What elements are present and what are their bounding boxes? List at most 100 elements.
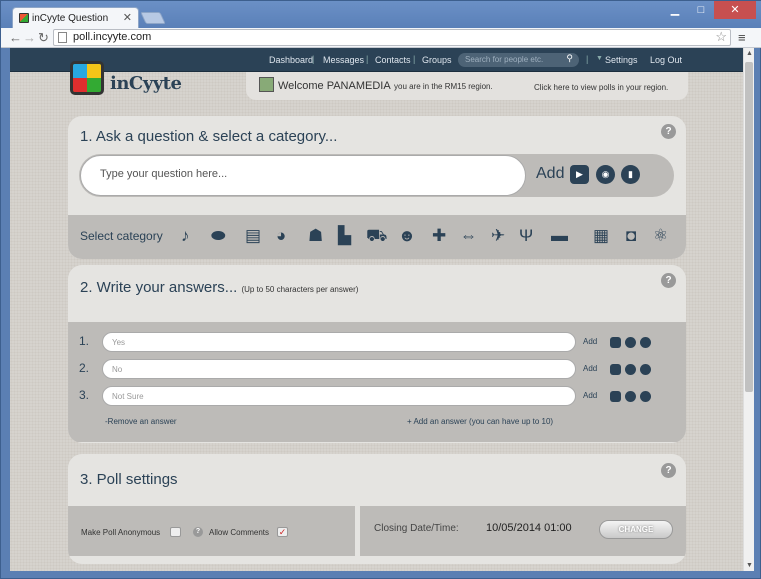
change-date-button[interactable]: CHANGE — [599, 520, 673, 539]
closing-value: 10/05/2014 01:00 — [486, 522, 572, 534]
chat-icon[interactable]: ◕ — [276, 226, 286, 246]
section3-title: 3. Poll settings — [80, 471, 178, 488]
nav-dashboard[interactable]: Dashboard — [269, 55, 313, 65]
scroll-up-icon[interactable]: ▲ — [746, 50, 753, 57]
logo-icon[interactable] — [70, 61, 104, 95]
relationships-icon[interactable]: ☻ — [398, 226, 416, 246]
reload-icon[interactable]: ↻ — [38, 30, 49, 45]
close-tab-icon[interactable]: ✕ — [123, 11, 132, 24]
close-window-icon[interactable]: ✕ — [714, 1, 756, 19]
scroll-thumb[interactable] — [745, 62, 753, 392]
people-icon[interactable]: ☗ — [308, 226, 323, 246]
browser-window: inCyyte Question ✕ ▁ □ ✕ ← → ↻ poll.incy… — [0, 0, 761, 579]
nav-messages[interactable]: Messages — [323, 55, 364, 65]
health-icon[interactable]: ✚ — [432, 226, 446, 246]
section1-title: 1. Ask a question & select a category... — [80, 128, 338, 145]
page-icon — [58, 32, 67, 43]
new-tab-button[interactable] — [140, 12, 166, 24]
nav-contacts[interactable]: Contacts — [375, 55, 411, 65]
address-bar[interactable]: poll.incyyte.com ☆ — [53, 29, 731, 46]
settings-panel: 3. Poll settings ? Make Poll Anonymous ?… — [68, 454, 686, 564]
search-input[interactable]: Search for people etc. ⚲ — [458, 53, 579, 67]
question-input[interactable]: Type your question here... — [80, 155, 526, 196]
answers-area: 1. Yes Add 2. No Add 3. Not Sure Add -Re… — [68, 322, 686, 442]
camera-icon[interactable] — [625, 391, 636, 402]
maximize-icon[interactable]: □ — [688, 1, 714, 19]
camera-icon[interactable] — [625, 364, 636, 375]
page-viewport: Dashboard | Messages | Contacts | Groups… — [10, 48, 743, 571]
search-placeholder: Search for people etc. — [465, 55, 544, 64]
answer-input[interactable]: Not Sure — [102, 386, 576, 406]
shopping-icon[interactable]: ⛟ — [366, 226, 387, 246]
minimize-icon[interactable]: ▁ — [662, 1, 688, 19]
anonymous-label: Make Poll Anonymous — [81, 528, 161, 537]
question-bar: Type your question here... Add ▶ ◉ ▮ — [79, 154, 674, 197]
cars-icon[interactable]: ▬ — [551, 226, 568, 246]
answer-add-label: Add — [583, 364, 598, 373]
settings-caret-icon: ▼ — [596, 55, 603, 62]
nav-groups[interactable]: Groups — [422, 55, 452, 65]
welcome-bar: Welcome PANAMEDIA you are in the RM15 re… — [246, 72, 688, 100]
region-polls-link[interactable]: Click here to view polls in your region. — [534, 83, 668, 92]
answer-number: 1. — [79, 334, 90, 348]
nav-settings[interactable]: Settings — [605, 55, 638, 65]
help-icon[interactable]: ? — [193, 527, 203, 537]
closing-label: Closing Date/Time: — [374, 523, 459, 534]
video-icon[interactable]: ▶ — [570, 165, 589, 184]
browser-tab[interactable]: inCyyte Question ✕ — [12, 7, 139, 28]
browser-toolbar: ← → ↻ poll.incyyte.com ☆ ≡ — [1, 28, 761, 48]
camera-icon[interactable]: ◉ — [596, 165, 615, 184]
document-icon[interactable]: ▮ — [621, 165, 640, 184]
remove-answer-link[interactable]: -Remove an answer — [105, 417, 177, 426]
search-icon[interactable]: ⚲ — [566, 53, 573, 64]
technology-icon[interactable]: ▦ — [593, 226, 609, 246]
music-icon[interactable]: ♪ — [181, 226, 190, 246]
bookmark-star-icon[interactable]: ☆ — [715, 29, 727, 45]
help-icon[interactable]: ? — [661, 463, 676, 478]
answer-add-label: Add — [583, 337, 598, 346]
camera-icon[interactable] — [625, 337, 636, 348]
privacy-settings: Make Poll Anonymous ? Allow Comments ✓ — [68, 506, 355, 556]
brand-name[interactable]: inCyyte — [110, 73, 182, 94]
video-icon[interactable] — [610, 364, 621, 375]
sports-icon[interactable]: ⬬ — [211, 226, 226, 246]
food-icon[interactable]: Ψ — [519, 226, 533, 246]
answer-input[interactable]: Yes — [102, 332, 576, 352]
document-icon[interactable] — [640, 364, 651, 375]
answer-number: 3. — [79, 388, 90, 402]
question-panel: 1. Ask a question & select a category...… — [68, 116, 686, 259]
document-icon[interactable] — [640, 391, 651, 402]
closing-settings: Closing Date/Time: 10/05/2014 01:00 CHAN… — [360, 506, 686, 556]
menu-icon[interactable]: ≡ — [738, 30, 746, 45]
tab-strip: inCyyte Question ✕ ▁ □ ✕ — [1, 1, 761, 28]
window-controls: ▁ □ ✕ — [662, 1, 756, 19]
forward-icon[interactable]: → — [23, 30, 36, 45]
video-icon[interactable] — [610, 337, 621, 348]
gaming-icon[interactable]: ◘ — [626, 226, 636, 246]
comments-label: Allow Comments — [209, 528, 270, 537]
section2-title: 2. Write your answers... (Up to 50 chara… — [80, 279, 359, 296]
add-answer-link[interactable]: + Add an answer (you can have up to 10) — [407, 417, 553, 426]
tab-title: inCyyte Question — [32, 13, 109, 24]
help-icon[interactable]: ? — [661, 273, 676, 288]
scroll-down-icon[interactable]: ▼ — [746, 562, 753, 569]
video-icon[interactable] — [610, 391, 621, 402]
travel-icon[interactable]: ✈ — [491, 226, 505, 246]
avatar — [259, 77, 274, 92]
answer-input[interactable]: No — [102, 359, 576, 379]
nav-separator: | — [312, 54, 315, 64]
anonymous-checkbox[interactable] — [170, 527, 181, 537]
fitness-icon[interactable]: ⇔ — [460, 226, 477, 246]
nav-logout[interactable]: Log Out — [650, 55, 682, 65]
comments-checkbox[interactable]: ✓ — [277, 527, 288, 537]
page-scrollbar[interactable]: ▲ ▼ — [743, 48, 754, 571]
books-icon[interactable]: ▤ — [245, 226, 261, 246]
answers-panel: 2. Write your answers... (Up to 50 chara… — [68, 265, 686, 443]
help-icon[interactable]: ? — [661, 124, 676, 139]
back-icon[interactable]: ← — [9, 30, 22, 45]
document-icon[interactable] — [640, 337, 651, 348]
category-row: Select category ♪ ⬬ ▤ ◕ ☗ ▙ ⛟ ☻ ✚ ⇔ ✈ Ψ … — [68, 215, 686, 259]
question-placeholder: Type your question here... — [100, 168, 228, 180]
industry-icon[interactable]: ▙ — [338, 226, 351, 246]
science-icon[interactable]: ⚛ — [653, 226, 668, 246]
